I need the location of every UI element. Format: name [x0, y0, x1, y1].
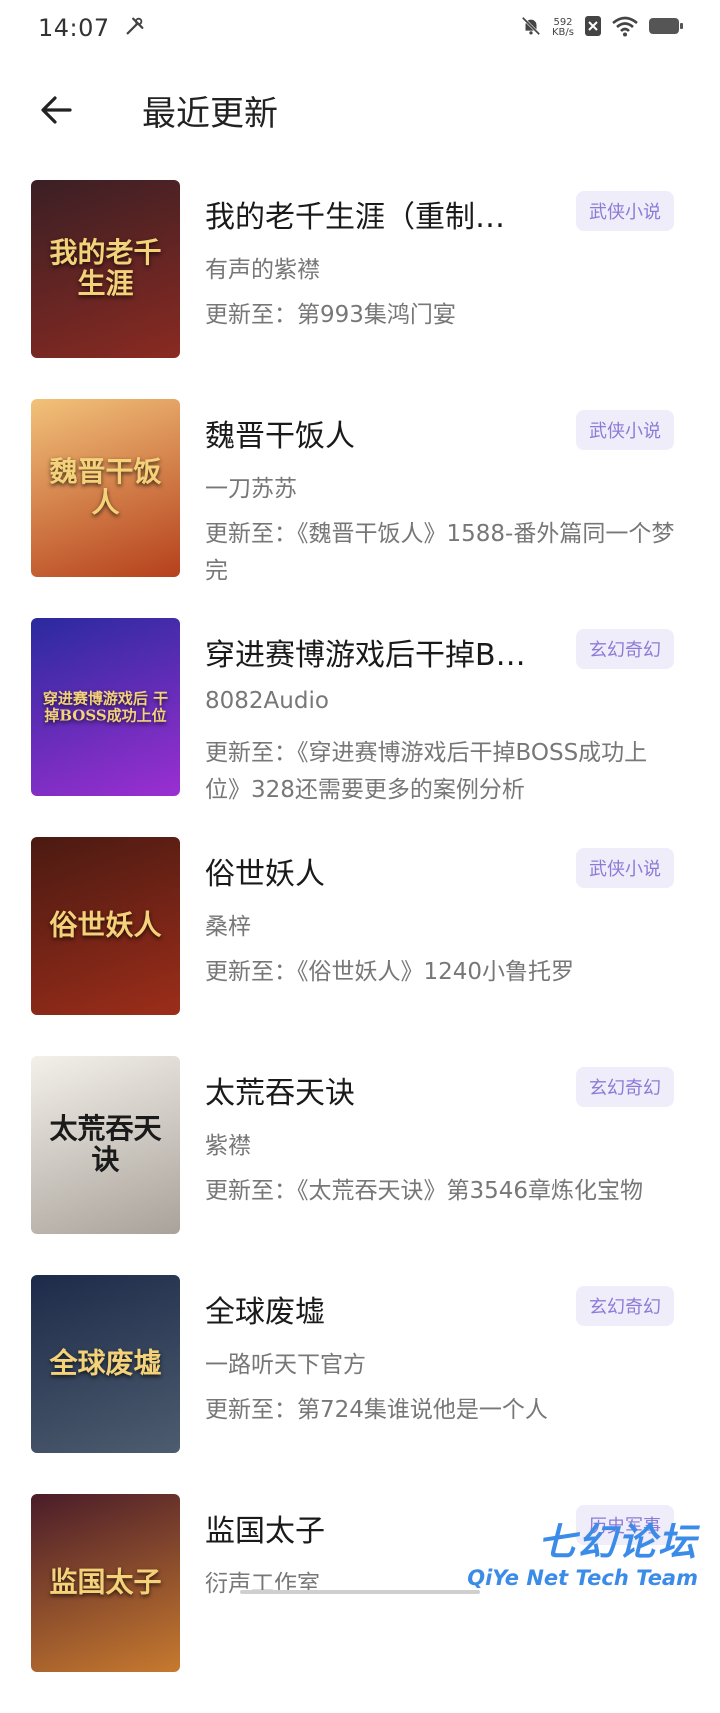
arrow-left-icon	[41, 96, 72, 124]
book-update-info: 更新至：第724集谁说他是一个人	[205, 1397, 548, 1423]
wifi-icon	[612, 15, 638, 41]
home-indicator[interactable]	[240, 1590, 480, 1594]
book-cover-text: 我的老千生涯	[49, 236, 162, 300]
book-list-item[interactable]: 全球废墟 全球废墟 玄幻奇幻 一路听天下官方 更新至：第724集谁说他是一个人	[0, 1275, 720, 1494]
book-title[interactable]: 魏晋干饭人	[205, 411, 545, 455]
book-author: 紫襟	[205, 1133, 251, 1159]
book-update-info: 更新至：《穿进赛博游戏后干掉BOSS成功上位》328还需要更多的案例分析	[205, 740, 648, 803]
category-tag[interactable]: 武侠小说	[576, 191, 674, 231]
watermark: 七幻论坛 QiYe Net Tech Team	[467, 1511, 698, 1590]
book-cover[interactable]: 俗世妖人	[31, 837, 180, 1015]
book-cover[interactable]: 魏晋干饭人	[31, 399, 180, 577]
book-list-item[interactable]: 穿进赛博游戏后 干掉BOSS成功上位 穿进赛博游戏后干掉B… 玄幻奇幻 8082Aud…	[0, 618, 720, 837]
net-speed: 592 KB/s	[552, 18, 574, 38]
status-right: 592 KB/s	[520, 15, 684, 41]
book-cover[interactable]: 我的老千生涯	[31, 180, 180, 358]
battery-icon	[648, 16, 684, 40]
book-list-item[interactable]: 俗世妖人 俗世妖人 武侠小说 桑梓 更新至：《俗世妖人》1240小鲁托罗	[0, 837, 720, 1056]
book-cover[interactable]: 全球废墟	[31, 1275, 180, 1453]
back-button[interactable]	[28, 82, 84, 138]
tools-icon	[124, 15, 146, 41]
book-author: 一路听天下官方	[205, 1352, 366, 1378]
book-cover[interactable]: 太荒吞天诀	[31, 1056, 180, 1234]
book-author: 有声的紫襟	[205, 257, 320, 283]
category-tag[interactable]: 玄幻奇幻	[576, 1286, 674, 1326]
bell-muted-icon	[520, 15, 542, 41]
category-tag[interactable]: 武侠小说	[576, 410, 674, 450]
book-title[interactable]: 太荒吞天诀	[205, 1068, 545, 1112]
book-author: 桑梓	[205, 914, 251, 940]
category-tag[interactable]: 玄幻奇幻	[576, 1067, 674, 1107]
book-cover-text: 魏晋干饭人	[49, 455, 162, 519]
book-cover-text: 全球废墟	[49, 1346, 162, 1380]
category-tag[interactable]: 玄幻奇幻	[576, 629, 674, 669]
book-update-info: 更新至：《太荒吞天诀》第3546章炼化宝物	[205, 1178, 644, 1204]
book-cover[interactable]: 穿进赛博游戏后 干掉BOSS成功上位	[31, 618, 180, 796]
book-title[interactable]: 穿进赛博游戏后干掉B…	[205, 630, 545, 674]
category-tag[interactable]: 武侠小说	[576, 848, 674, 888]
book-cover-text: 监国太子	[49, 1565, 162, 1599]
book-list-item[interactable]: 太荒吞天诀 太荒吞天诀 玄幻奇幻 紫襟 更新至：《太荒吞天诀》第3546章炼化宝物	[0, 1056, 720, 1275]
page-title: 最近更新	[142, 93, 278, 134]
book-update-info: 更新至：《俗世妖人》1240小鲁托罗	[205, 959, 575, 985]
book-author: 8082Audio	[205, 688, 329, 714]
book-cover-text: 太荒吞天诀	[49, 1112, 162, 1176]
net-speed-unit: KB/s	[552, 27, 574, 38]
book-title[interactable]: 全球废墟	[205, 1287, 545, 1331]
status-bar: 14:07 592 KB/s	[0, 0, 720, 56]
book-update-info: 更新至：《魏晋干饭人》1588-番外篇同一个梦完	[205, 521, 675, 584]
watermark-cn: 七幻论坛	[537, 1520, 698, 1564]
book-list-item[interactable]: 魏晋干饭人 魏晋干饭人 武侠小说 一刀苏苏 更新至：《魏晋干饭人》1588-番外篇同一个…	[0, 399, 720, 618]
watermark-en: QiYe Net Tech Team	[467, 1566, 698, 1590]
book-title[interactable]: 我的老千生涯（重制…	[205, 192, 545, 236]
status-left: 14:07	[38, 14, 146, 42]
sim-blocked-icon	[584, 15, 602, 41]
book-cover[interactable]: 监国太子	[31, 1494, 180, 1672]
book-cover-text: 穿进赛博游戏后 干掉BOSS成功上位	[42, 689, 169, 724]
status-time: 14:07	[38, 14, 110, 42]
book-author: 一刀苏苏	[205, 476, 297, 502]
book-title[interactable]: 俗世妖人	[205, 849, 545, 893]
book-list-item[interactable]: 我的老千生涯 我的老千生涯（重制… 武侠小说有声的紫襟更新至：第993集鸿门宴	[0, 180, 720, 399]
book-update-info: 更新至：第993集鸿门宴	[205, 302, 456, 328]
header: 最近更新	[0, 70, 720, 150]
book-cover-text: 俗世妖人	[49, 908, 162, 942]
book-list: 我的老千生涯 我的老千生涯（重制… 武侠小说 有声的紫襟 更新至：第993集鸿门宴 魏晋干…	[0, 180, 720, 1713]
